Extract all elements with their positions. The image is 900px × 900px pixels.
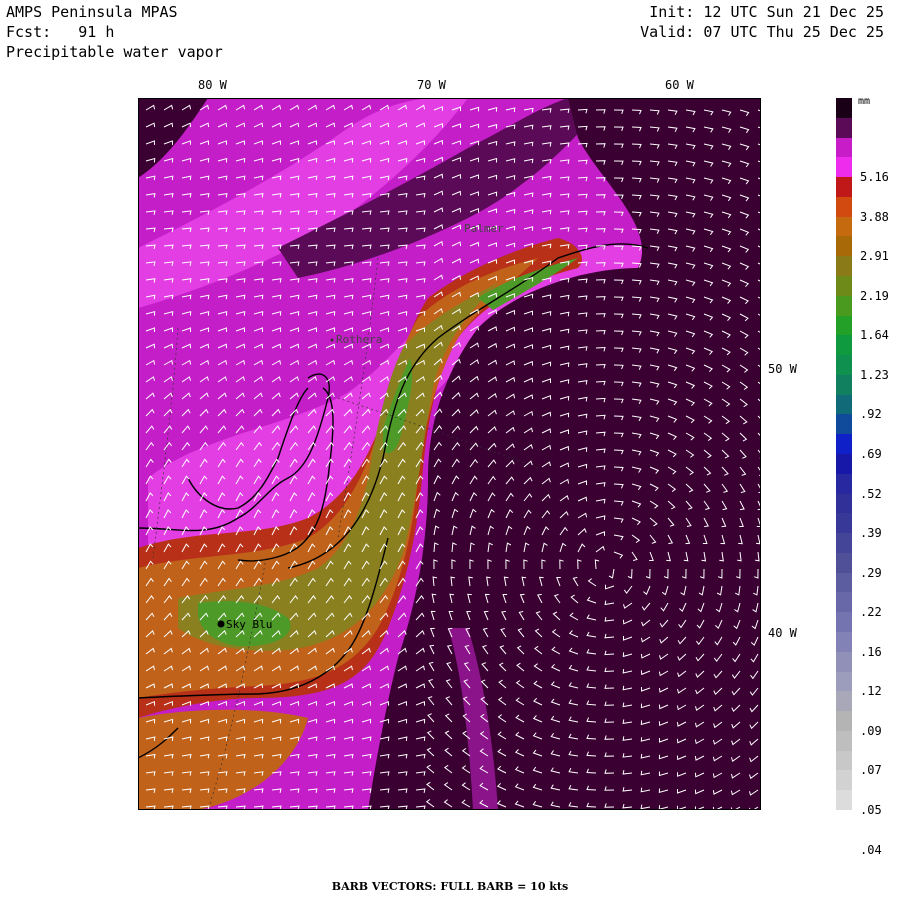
colorbar-swatch (836, 632, 852, 653)
colorbar-label: 3.88 (860, 209, 889, 224)
valid-time: Valid: 07 UTC Thu 25 Dec 25 (640, 23, 884, 41)
colorbar-label: .29 (860, 565, 882, 580)
colorbar-swatch (836, 691, 852, 712)
colorbar-swatch (836, 355, 852, 376)
colorbar-label: .09 (860, 723, 882, 738)
colorbar-swatch (836, 434, 852, 455)
colorbar-swatch (836, 137, 852, 158)
colorbar-label: .04 (860, 842, 882, 857)
station-sky-blu: Sky Blu (217, 618, 272, 631)
colorbar-swatch (836, 513, 852, 534)
header-right: Init: 12 UTC Sun 21 Dec 25 Valid: 07 UTC … (640, 2, 884, 42)
station-dot (217, 620, 225, 628)
colorbar-swatch (836, 651, 852, 673)
colorbar-swatch (836, 414, 852, 435)
lon-label-70w: 70 W (417, 78, 446, 92)
colorbar-swatch (836, 177, 852, 198)
lon-label-80w: 80 W (198, 78, 227, 92)
colorbar-swatch (836, 612, 852, 633)
lat-label-40w: 40 W (768, 626, 797, 640)
station-label-rothera: Rothera (336, 333, 382, 346)
colorbar-unit: mm (858, 96, 871, 107)
colorbar-swatch (836, 730, 852, 752)
colorbar (836, 98, 852, 811)
colorbar-swatch (836, 276, 852, 297)
colorbar-swatch (836, 157, 852, 178)
colorbar-swatch (836, 473, 852, 495)
colorbar-swatch (836, 335, 852, 356)
colorbar-label: .52 (860, 486, 882, 501)
station-label-sky-blu: Sky Blu (226, 618, 272, 631)
colorbar-swatch (836, 592, 852, 613)
colorbar-label: 1.23 (860, 367, 889, 382)
colorbar-swatch (836, 711, 852, 732)
colorbar-label: 1.64 (860, 328, 889, 343)
header-left: AMPS Peninsula MPAS Fcst: 91 h Precipitabl… (6, 2, 223, 62)
colorbar-label: .39 (860, 526, 882, 541)
colorbar-swatch (836, 770, 852, 791)
colorbar-label: .12 (860, 684, 882, 699)
colorbar-swatch (836, 98, 852, 119)
colorbar-swatch (836, 117, 852, 139)
colorbar-swatch (836, 216, 852, 237)
lon-label-60w: 60 W (665, 78, 694, 92)
colorbar-swatch (836, 533, 852, 554)
station-dot (330, 338, 334, 342)
colorbar-label: .69 (860, 447, 882, 461)
colorbar-label: .07 (860, 763, 882, 778)
map-title: AMPS Peninsula MPAS (6, 3, 178, 21)
colorbar-swatch (836, 236, 852, 257)
colorbar-swatch (836, 394, 852, 415)
colorbar-swatch (836, 790, 852, 811)
init-time: Init: 12 UTC Sun 21 Dec 25 (649, 3, 884, 21)
colorbar-swatch (836, 374, 852, 396)
colorbar-label: .92 (860, 407, 882, 422)
colorbar-swatch (836, 493, 852, 514)
station-label-palmer: Palmer (464, 222, 504, 235)
precipitable-water-map: Sky Blu Rothera Palmer (138, 98, 761, 810)
colorbar-label: 5.16 (860, 170, 889, 185)
field-name: Precipitable water vapor (6, 43, 223, 61)
colorbar-swatch (836, 572, 852, 593)
colorbar-label: .16 (860, 644, 882, 659)
colorbar-swatch (836, 552, 852, 574)
colorbar-swatch (836, 196, 852, 218)
colorbar-label: 2.91 (860, 249, 889, 264)
colorbar-swatch (836, 750, 852, 771)
colorbar-label: .22 (860, 605, 882, 620)
barb-legend: BARB VECTORS: FULL BARB = 10 kts (331, 880, 569, 893)
colorbar-label: .05 (860, 803, 882, 817)
station-palmer: Palmer (464, 222, 504, 235)
station-rothera: Rothera (330, 333, 382, 346)
colorbar-swatch (836, 454, 852, 475)
colorbar-swatch (836, 256, 852, 277)
colorbar-swatch (836, 315, 852, 336)
forecast-hour: Fcst: 91 h (6, 23, 115, 41)
colorbar-label: 2.19 (860, 288, 889, 303)
colorbar-swatch (836, 671, 852, 692)
colorbar-swatch (836, 295, 852, 317)
lat-label-50w: 50 W (768, 362, 797, 376)
